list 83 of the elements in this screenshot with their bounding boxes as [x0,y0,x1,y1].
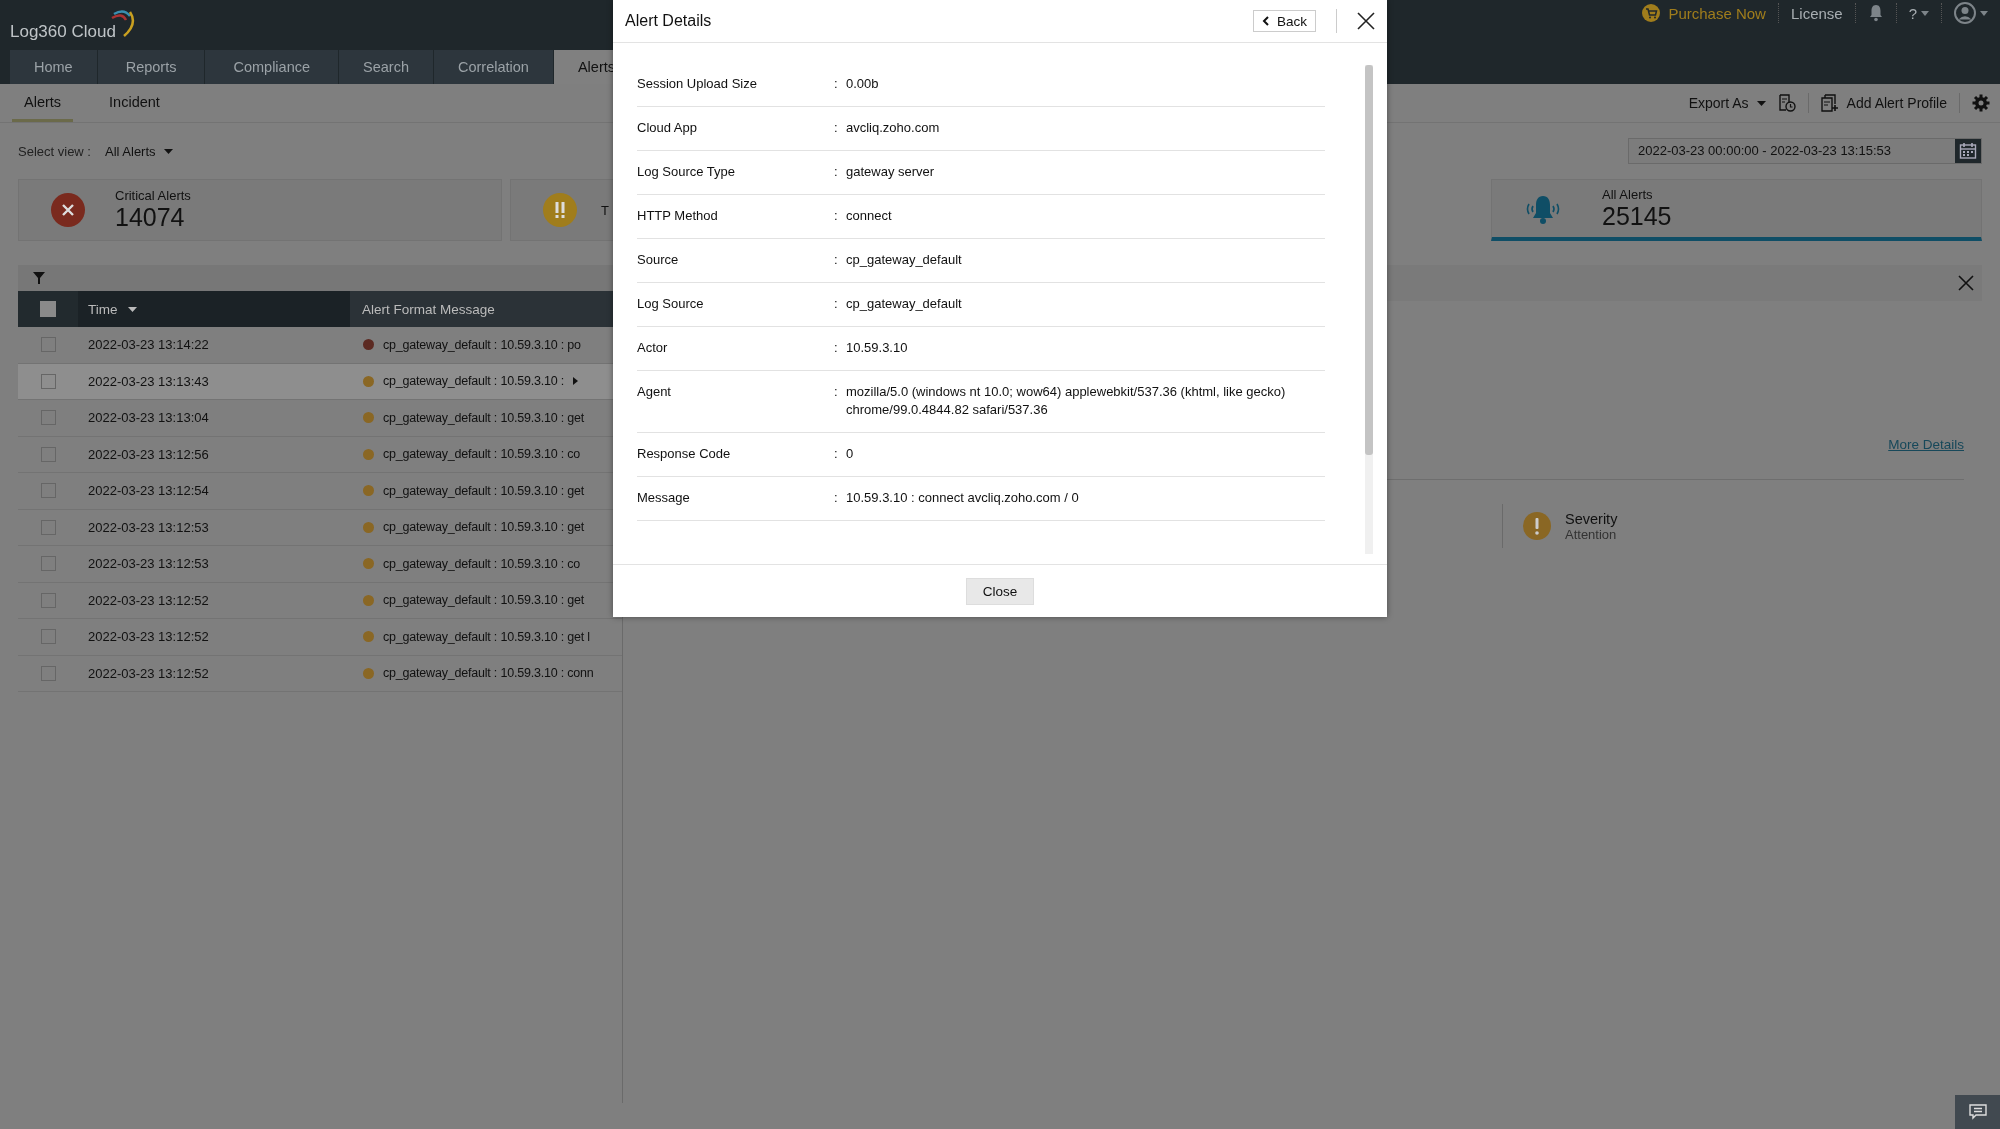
nav-tab[interactable]: Reports [97,50,206,84]
field-label: HTTP Method [637,207,719,225]
field-separator: : [834,339,839,357]
view-dropdown[interactable]: All Alerts [105,143,173,159]
field-value: 0 [846,445,855,463]
field-separator: : [834,163,839,181]
field-label: Source [637,251,680,269]
time-cell-text: 2022-03-23 13:12:53 [87,556,210,572]
field-separator: : [834,445,839,463]
field-value: 0.00b [846,75,880,93]
time-column-header[interactable]: Time [78,291,350,327]
message-cell: cp_gateway_default : 10.59.3.10 : co [383,447,581,462]
message-cell: cp_gateway_default : 10.59.3.10 : po [383,337,581,352]
nav-tab[interactable]: Compliance [205,50,340,84]
field-separator: : [834,489,839,507]
sub-tab[interactable]: Alerts [12,84,74,122]
message-cell: cp_gateway_default : 10.59.3.10 : [383,374,565,389]
field-label: Cloud App [637,119,698,137]
alert-summary-card[interactable]: All Alerts 25145 [1491,179,1982,241]
message-cell: cp_gateway_default : 10.59.3.10 : get [383,410,585,425]
field-label: Log Source [637,295,705,313]
field-label: Agent [637,383,672,401]
message-cell: cp_gateway_default : 10.59.3.10 : get [383,520,585,535]
app-logo[interactable]: Log360 Cloud [10,8,136,42]
message-cell: cp_gateway_default : 10.59.3.10 : conn [383,666,594,681]
purchase-now-link[interactable]: Purchase Now [1642,4,1766,22]
severity-value: Attention [1565,526,1617,542]
date-range-field[interactable]: 2022-03-23 00:00:00 - 2022-03-23 13:15:53 [1628,138,1982,164]
add-alert-profile-button[interactable]: Add Alert Profile [1820,94,1947,112]
message-cell: cp_gateway_default : 10.59.3.10 : get [383,593,585,608]
field-label: Message [637,489,691,507]
nav-tab[interactable]: Search [339,50,434,84]
card-title: T [601,202,609,218]
field-label: Actor [637,339,669,357]
alert-summary-card[interactable]: Critical Alerts 14074 [18,179,502,241]
field-value: connect [846,207,893,225]
card-title: All Alerts [1602,186,1654,202]
field-value: cp_gateway_default [846,251,963,269]
close-button[interactable]: Close [965,577,1035,605]
export-as-button[interactable]: Export As [1688,95,1766,111]
message-cell: cp_gateway_default : 10.59.3.10 : co [383,556,581,571]
nav-tab[interactable]: Correlation [434,50,554,84]
sub-tab[interactable]: Incident [97,84,172,122]
time-cell-text: 2022-03-23 13:12:54 [87,483,210,499]
field-label: Log Source Type [637,163,737,181]
time-cell-text: 2022-03-23 13:13:04 [87,410,210,426]
field-value: cp_gateway_default [846,295,963,313]
card-title: Critical Alerts [115,188,191,203]
time-cell-text: 2022-03-23 13:12:52 [87,592,210,608]
nav-tab[interactable]: Home [10,50,98,84]
license-link[interactable]: License [1790,4,1843,22]
field-separator: : [834,295,839,313]
time-cell-text: 2022-03-23 13:14:22 [87,337,210,353]
time-cell-text: 2022-03-23 13:12:52 [87,665,210,681]
message-cell: cp_gateway_default : 10.59.3.10 : get l [383,629,590,644]
field-separator: : [834,207,839,225]
field-value: 10.59.3.10 : connect avcliq.zoho.com / 0 [846,489,1080,507]
severity-label: Severity [1565,510,1618,527]
field-label: Response Code [637,445,732,463]
table-row[interactable]: 2022-03-23 13:12:52 cp_gateway_default : 10.59.3.10 : get l [18,619,622,656]
time-cell-text: 2022-03-23 13:12:53 [87,519,210,535]
field-separator: : [834,251,839,269]
alert-count: 25145 [1602,201,1672,231]
field-value: avcliq.zoho.com [846,119,941,137]
field-value: 10.59.3.10 [846,339,909,357]
time-cell-text: 2022-03-23 13:12:56 [87,446,210,462]
field-value: gateway server [846,163,936,181]
message-cell: cp_gateway_default : 10.59.3.10 : get [383,483,585,498]
dialog-title: Alert Details [625,12,712,30]
back-button[interactable]: Back [1253,10,1316,32]
time-cell-text: 2022-03-23 13:12:52 [87,629,210,645]
time-cell-text: 2022-03-23 13:13:43 [87,373,210,389]
field-label: Session Upload Size [637,75,758,93]
column-header: Alert Format Message [361,300,495,319]
field-value: mozilla/5.0 (windows nt 10.0; wow64) applewebkit/537.36 (khtml, like gecko) chrome/99.0.4844.82 safari/537.36 [846,383,1287,419]
select-view-label: Select view : [18,143,91,159]
field-separator: : [834,383,839,401]
field-separator: : [834,119,839,137]
table-row[interactable]: 2022-03-23 13:12:52 cp_gateway_default : 10.59.3.10 : conn [18,655,622,692]
alert-count: 14074 [115,203,186,232]
help-menu[interactable]: ? [1908,4,1929,22]
field-separator: : [834,75,839,93]
more-details-link[interactable]: More Details [1888,437,1964,479]
